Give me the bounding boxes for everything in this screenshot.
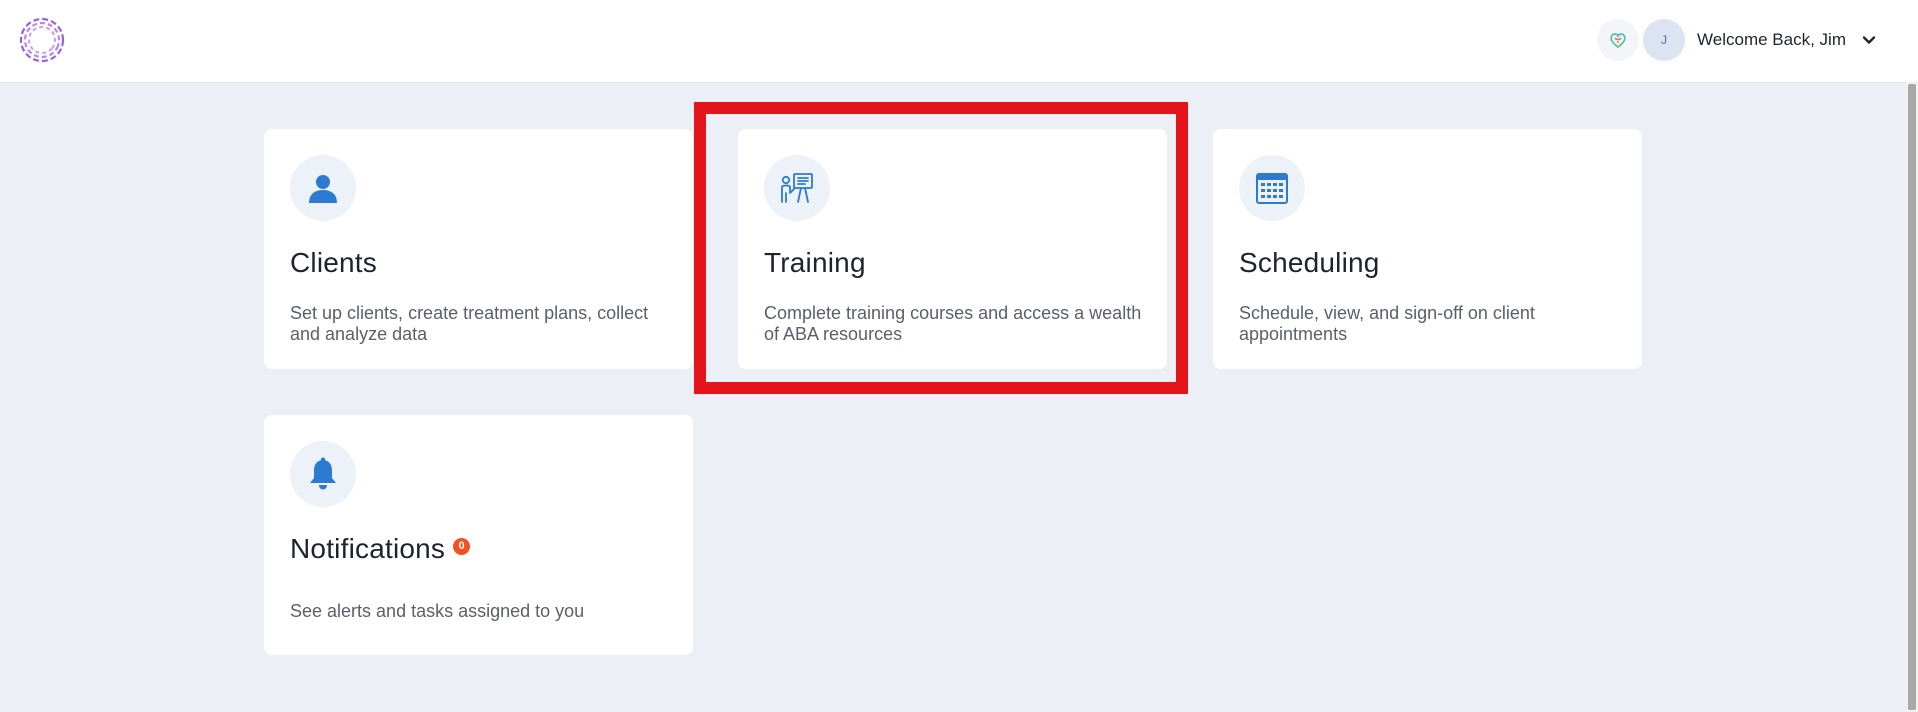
calendar-icon: [1239, 155, 1305, 221]
training-card-title: Training: [764, 247, 866, 278]
training-card[interactable]: Training Complete training courses and a…: [738, 129, 1167, 369]
scheduling-card-description: Schedule, view, and sign-off on client a…: [1239, 303, 1535, 344]
scrollbar-thumb[interactable]: [1908, 84, 1916, 710]
logo-icon[interactable]: [16, 14, 68, 66]
notifications-card-title: Notifications 0: [290, 533, 471, 565]
heart-brand-icon[interactable]: [1597, 19, 1640, 61]
notification-count-badge: 0: [453, 537, 471, 555]
scheduling-card-title: Scheduling: [1239, 247, 1380, 278]
chevron-down-icon[interactable]: [1860, 31, 1878, 49]
bell-icon: [290, 441, 356, 507]
person-icon: [290, 155, 356, 221]
page-scrollbar[interactable]: [1906, 82, 1918, 712]
training-card-description: Complete training courses and access a w…: [764, 303, 1142, 344]
clients-card-title: Clients: [290, 247, 377, 278]
presentation-icon: [764, 155, 830, 221]
clients-card-description: Set up clients, create treatment plans, …: [290, 303, 649, 344]
top-bar: J Welcome Back, Jim: [0, 0, 1918, 83]
welcome-text: Welcome Back, Jim: [1697, 30, 1846, 49]
clients-card[interactable]: Clients Set up clients, create treatment…: [264, 129, 693, 369]
avatar[interactable]: J: [1643, 19, 1686, 61]
notifications-card[interactable]: Notifications 0 See alerts and tasks ass…: [264, 415, 693, 655]
user-menu[interactable]: J Welcome Back, Jim: [1597, 18, 1878, 62]
notifications-card-description: See alerts and tasks assigned to you: [290, 601, 585, 621]
scheduling-card[interactable]: Scheduling Schedule, view, and sign-off …: [1213, 129, 1642, 369]
